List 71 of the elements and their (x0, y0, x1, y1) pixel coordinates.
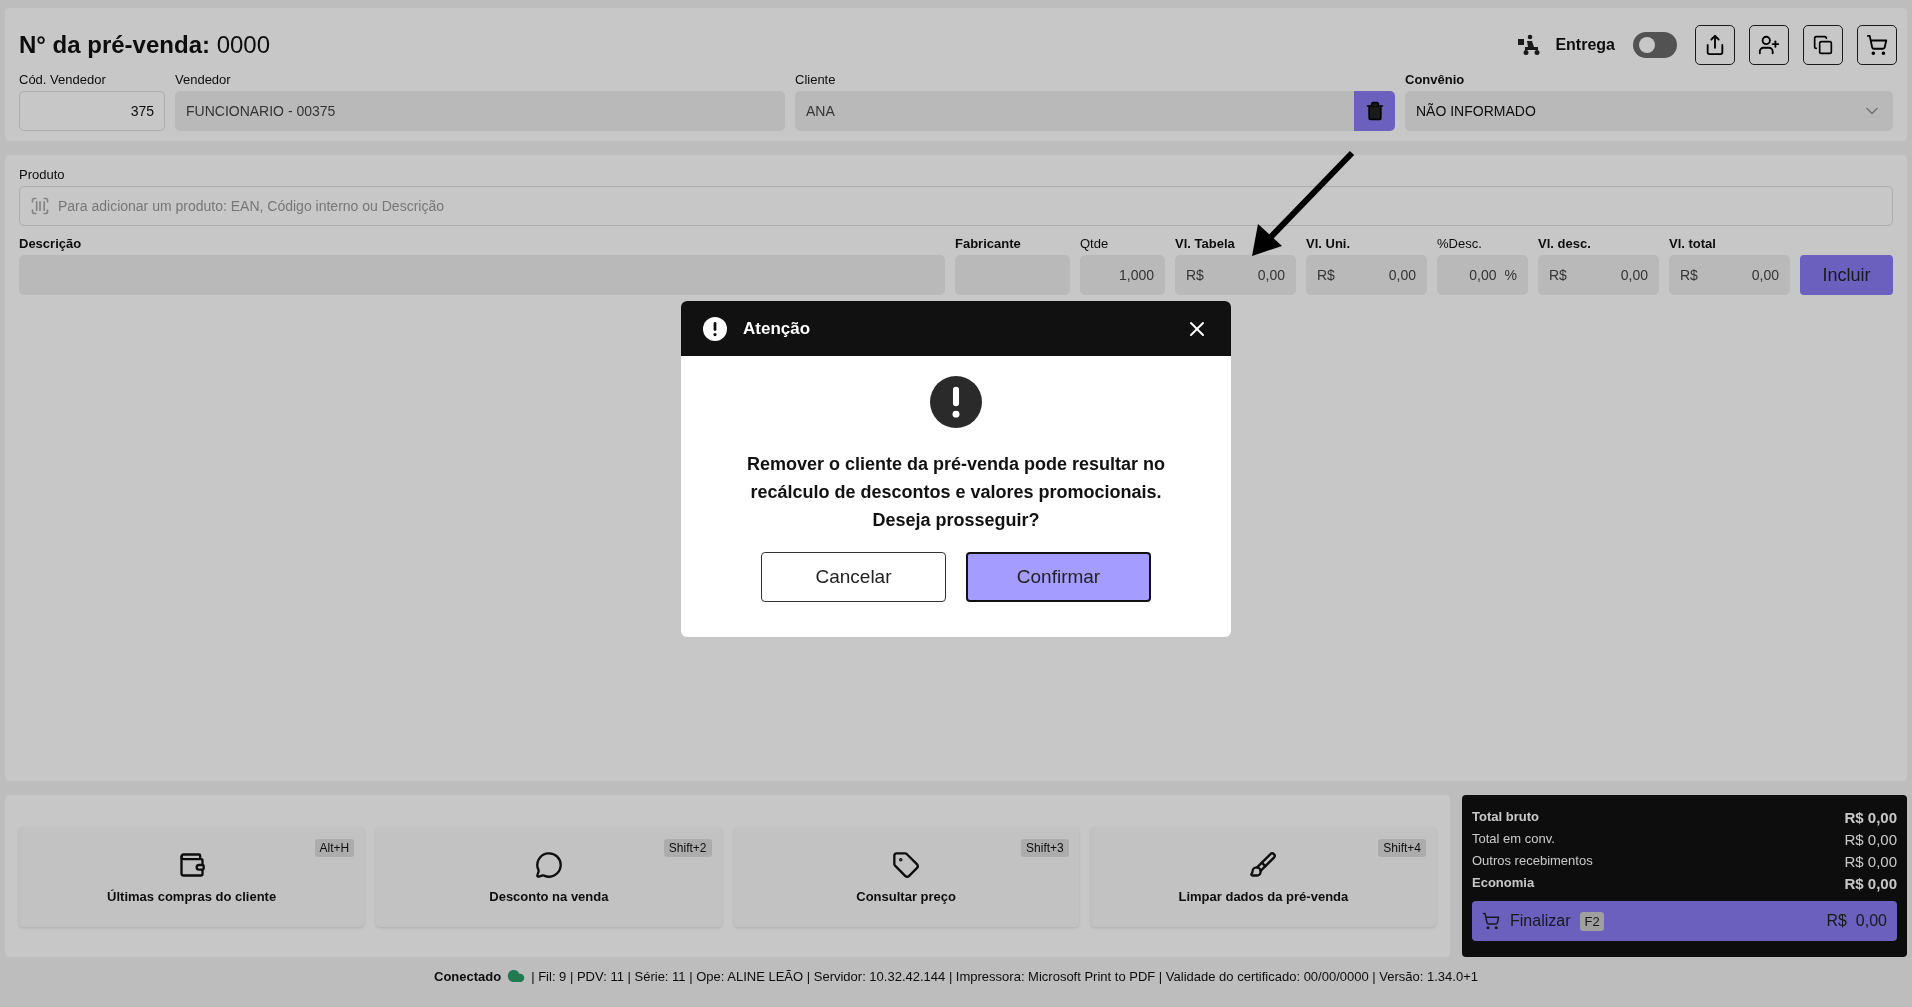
dialog-message: Remover o cliente da pré-venda pode resultar no recálculo de descontos e valores promocionais. Deseja prosseguir? (745, 453, 1167, 532)
cloud-icon (507, 967, 526, 985)
price-field[interactable]: R$ 0,00 (1669, 255, 1790, 295)
brush-icon (1249, 850, 1278, 879)
finalize-button[interactable]: Finalizar F2 R$ 0,00 (1472, 901, 1897, 941)
field-label: Descrição (19, 236, 83, 251)
copy-icon (1813, 35, 1833, 55)
total-label: Economia (1472, 875, 1535, 892)
alert-icon (703, 316, 727, 341)
total-label: Total bruto (1472, 809, 1539, 826)
quantity-field[interactable]: 1,000 (1080, 255, 1165, 295)
dialog-title: Atenção (743, 318, 812, 339)
total-label: Total em conv. (1472, 831, 1555, 848)
shortcut-label: Shift+4 (1378, 839, 1426, 857)
delete-button[interactable] (1354, 91, 1395, 131)
field-label: Qtde (1080, 236, 1110, 251)
field-label: Cliente (795, 72, 837, 87)
copy-button[interactable] (1803, 25, 1843, 65)
total-value: R$ 0,00 (1844, 831, 1897, 848)
barcode-icon (30, 196, 50, 216)
seller-field[interactable]: FUNCIONARIO - 00375 (175, 91, 785, 131)
price-field[interactable]: R$ 0,00 (1175, 255, 1296, 295)
total-value: R$ 0,00 (1844, 875, 1897, 892)
field-label: Vl. Tabela (1175, 236, 1236, 251)
field-label: Vl. Uni. (1306, 236, 1352, 251)
action-button[interactable]: Alt+H Últimas compras do cliente (19, 827, 365, 927)
delivery-label: Entrega (1555, 36, 1615, 54)
field-label: Produto (19, 167, 66, 182)
confirm-button[interactable]: Confirmar (966, 552, 1151, 602)
field-label: Convênio (1405, 72, 1466, 87)
field-label: %Desc. (1437, 236, 1483, 251)
share-button[interactable] (1695, 25, 1735, 65)
price-field[interactable]: R$ 0,00 (1306, 255, 1427, 295)
action-button[interactable]: Shift+3 Consultar preço (733, 827, 1079, 927)
alert-icon (930, 376, 982, 428)
cart-icon (1866, 34, 1888, 56)
total-label: Outros recebimentos (1472, 853, 1593, 870)
total-value: R$ 0,00 (1844, 809, 1897, 826)
field-label: Vendedor (175, 72, 232, 87)
scooter-icon (1517, 34, 1542, 56)
wallet-icon (177, 850, 206, 879)
action-button[interactable]: Shift+4 Limpar dados da pré-venda (1090, 827, 1436, 927)
include-button[interactable]: Incluir (1800, 255, 1893, 295)
shortcut-label: Shift+2 (663, 839, 712, 857)
shortcut-label: Alt+H (314, 839, 355, 857)
delivery-toggle[interactable] (1633, 32, 1677, 58)
field-label: Vl. total (1669, 236, 1717, 251)
trash-icon (1364, 101, 1385, 121)
add-user-button[interactable] (1749, 25, 1789, 65)
connection-status: Conectado (434, 968, 502, 984)
cart-icon (1482, 912, 1500, 930)
status-details: | Fil: 9 | PDV: 11 | Série: 11 | Ope: ALINE LEÃO | Servidor: 10.32.42.144 | Impressora: Microsoft Print to PDF | Validade do certificado: 00/00/0000 | Versão: 1.34.0+1 (531, 968, 1478, 984)
add-user-icon (1758, 34, 1780, 56)
action-button[interactable]: Shift+2 Desconto na venda (376, 827, 722, 927)
cancel-button[interactable]: Cancelar (761, 552, 946, 602)
agreement-select[interactable]: NÃO INFORMADO (1405, 91, 1893, 131)
discount-field[interactable]: 0,00 % (1437, 255, 1528, 295)
shortcut-label: F2 (1580, 911, 1604, 931)
presale-title: N° da pré-venda: 0000 (19, 31, 271, 59)
total-value: R$ 0,00 (1844, 853, 1897, 870)
tag-icon (892, 850, 921, 879)
shortcut-label: Shift+3 (1021, 839, 1069, 857)
cart-button[interactable] (1857, 25, 1897, 65)
seller-code-field[interactable]: 375 (19, 91, 165, 131)
field-label: Vl. desc. (1538, 236, 1592, 251)
client-field[interactable]: ANA (795, 91, 1354, 131)
chat-bubble-icon (534, 850, 563, 879)
field-label: Fabricante (955, 236, 1022, 251)
field-label: Cód. Vendedor (19, 72, 107, 87)
share-icon (1704, 34, 1726, 56)
price-field[interactable]: R$ 0,00 (1538, 255, 1659, 295)
